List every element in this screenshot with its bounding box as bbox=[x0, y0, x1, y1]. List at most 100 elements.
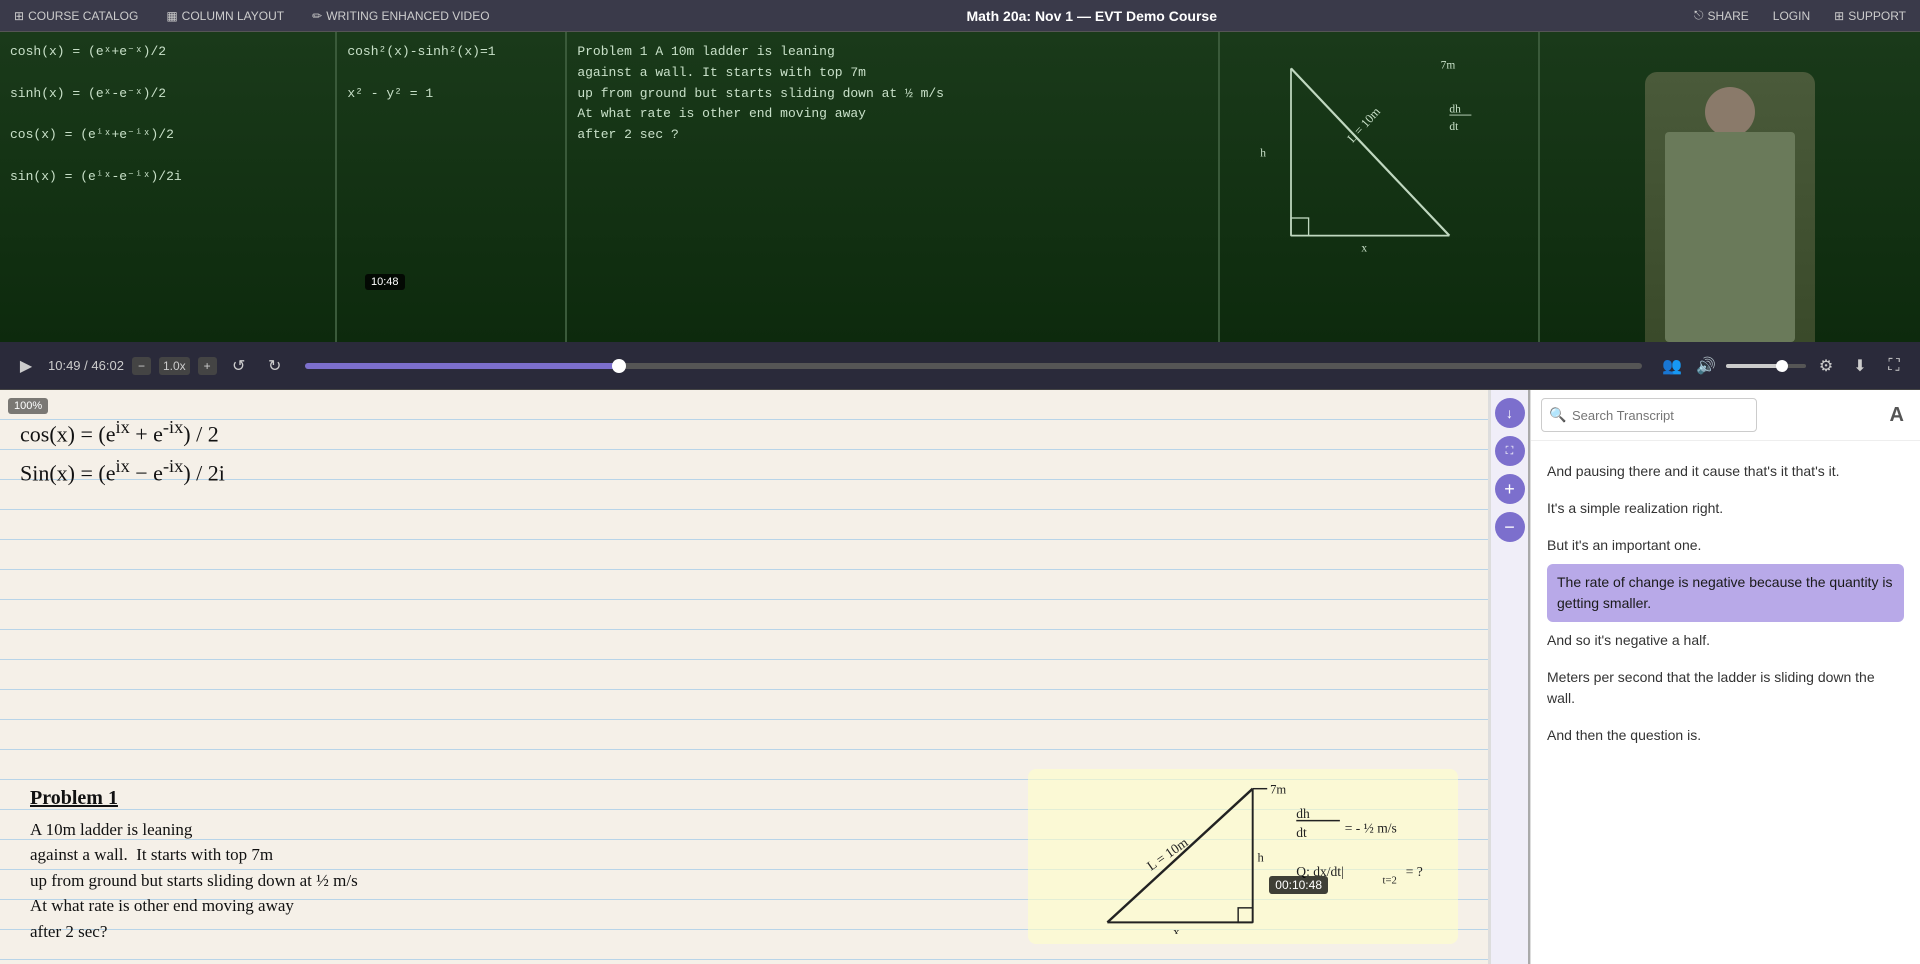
svg-text:h: h bbox=[1258, 850, 1265, 864]
svg-text:= ?: = ? bbox=[1406, 864, 1423, 879]
fullscreen-button[interactable]: ⛶ bbox=[1880, 352, 1908, 380]
transcript-line[interactable]: And so it's negative a half. bbox=[1547, 622, 1904, 659]
volume-slider[interactable] bbox=[1726, 364, 1806, 368]
play-button[interactable]: ▶ bbox=[12, 352, 40, 380]
rewind-icon: ↺ bbox=[232, 356, 245, 376]
svg-text:7m: 7m bbox=[1441, 59, 1456, 71]
notebook-area: 100% cos(x) = (eix + e-ix) / 2 Sin(x) = … bbox=[0, 390, 1490, 964]
controls-right: 👥 🔊 ⚙ ⬇ ⛶ bbox=[1658, 352, 1908, 380]
transcript-body: And pausing there and it cause that's it… bbox=[1531, 441, 1920, 964]
expand-icon: ⛶ bbox=[1506, 445, 1514, 458]
svg-text:t=2: t=2 bbox=[1383, 876, 1397, 887]
font-size-button[interactable]: A bbox=[1884, 402, 1910, 429]
blackboard-content: cosh(x) = (eˣ+e⁻ˣ)/2 sinh(x) = (eˣ-e⁻ˣ)/… bbox=[0, 32, 1920, 342]
zoom-in-button[interactable]: + bbox=[1495, 474, 1525, 504]
plus-icon: + bbox=[1504, 479, 1515, 500]
nav-writing-enhanced-label: WRITING ENHANCED VIDEO bbox=[326, 9, 489, 23]
svg-text:x: x bbox=[1173, 925, 1180, 934]
download-notes-button[interactable]: ↓ bbox=[1495, 398, 1525, 428]
transcript-line[interactable]: The rate of change is negative because t… bbox=[1547, 564, 1904, 622]
volume-fill bbox=[1726, 364, 1782, 368]
zoom-badge: 100% bbox=[8, 398, 48, 414]
people-icon: 👥 bbox=[1662, 356, 1682, 376]
transcript-line[interactable]: Meters per second that the ladder is sli… bbox=[1547, 659, 1904, 717]
settings-icon: ⚙ bbox=[1819, 356, 1833, 376]
blackboard-display: cosh(x) = (eˣ+e⁻ˣ)/2 sinh(x) = (eˣ-e⁻ˣ)/… bbox=[0, 32, 1920, 342]
speed-plus-button[interactable]: + bbox=[198, 357, 217, 375]
video-timestamp-overlay: 00:10:48 bbox=[1269, 876, 1328, 894]
nav-writing-enhanced[interactable]: ✏ WRITING ENHANCED VIDEO bbox=[306, 0, 495, 31]
download-video-button[interactable]: ⬇ bbox=[1846, 352, 1874, 380]
bb-section-diagram: L = 10m h x 7m dh dt bbox=[1220, 32, 1540, 342]
nav-right-actions: ⎋ SHARE LOGIN ⊞ SUPPORT bbox=[1688, 8, 1912, 23]
diagram-area: 00:10:48 7m L = 10m h x dh bbox=[1028, 769, 1458, 944]
math-formulas-area: cos(x) = (eix + e-ix) / 2 Sin(x) = (eix … bbox=[20, 400, 1288, 493]
volume-thumb bbox=[1776, 360, 1788, 372]
page-title: Math 20a: Nov 1 — EVT Demo Course bbox=[512, 8, 1672, 24]
forward-icon: ↻ bbox=[268, 356, 281, 376]
formula-sin: Sin(x) = (eix − e-ix) / 2i bbox=[20, 454, 1288, 489]
search-wrapper: 🔍 bbox=[1541, 398, 1876, 432]
transcript-search-input[interactable] bbox=[1541, 398, 1757, 432]
download-video-icon: ⬇ bbox=[1853, 356, 1866, 376]
minus-icon: − bbox=[1504, 517, 1515, 538]
volume-button[interactable]: 🔊 bbox=[1692, 352, 1720, 380]
font-size-icon: A bbox=[1890, 404, 1904, 426]
svg-text:dt: dt bbox=[1296, 825, 1307, 840]
bb-identity-text: cosh²(x)-sinh²(x)=1 x² - y² = 1 bbox=[347, 42, 555, 104]
svg-text:x: x bbox=[1361, 242, 1367, 254]
nav-course-catalog-label: COURSE CATALOG bbox=[28, 9, 138, 23]
share-label: SHARE bbox=[1707, 9, 1748, 23]
grid-icon: ⊞ bbox=[14, 9, 24, 23]
download-notes-icon: ↓ bbox=[1506, 405, 1513, 421]
current-time: 10:49 bbox=[48, 358, 81, 373]
nav-column-layout[interactable]: ▦ COLUMN LAYOUT bbox=[160, 0, 290, 31]
svg-text:dh: dh bbox=[1296, 806, 1310, 821]
bb-problem-text: Problem 1 A 10m ladder is leaning agains… bbox=[577, 42, 1208, 146]
transcript-line[interactable]: It's a simple realization right. bbox=[1547, 490, 1904, 527]
instructor-area bbox=[1540, 32, 1920, 342]
speed-minus-button[interactable]: − bbox=[132, 357, 151, 375]
bb-section-problem: Problem 1 A 10m ladder is leaning agains… bbox=[567, 32, 1220, 342]
bb-section-left: cosh(x) = (eˣ+e⁻ˣ)/2 sinh(x) = (eˣ-e⁻ˣ)/… bbox=[0, 32, 337, 342]
share-icon: ⎋ bbox=[1694, 8, 1704, 23]
transcript-line[interactable]: But it's an important one. bbox=[1547, 527, 1904, 564]
settings-button[interactable]: ⚙ bbox=[1812, 352, 1840, 380]
pen-icon: ✏ bbox=[312, 9, 322, 23]
transcript-line[interactable]: And then the question is. bbox=[1547, 717, 1904, 754]
problem-diagram-svg: 7m L = 10m h x dh dt = - ½ m/s Q: dx/dt|… bbox=[1038, 779, 1448, 934]
problem-body: A 10m ladder is leaningagainst a wall. I… bbox=[30, 817, 358, 945]
speed-display: 1.0x bbox=[159, 357, 190, 375]
people-button[interactable]: 👥 bbox=[1658, 352, 1686, 380]
bb-diagram-svg: L = 10m h x 7m dh dt bbox=[1230, 42, 1528, 262]
svg-text:7m: 7m bbox=[1270, 783, 1286, 797]
support-button[interactable]: ⊞ SUPPORT bbox=[1828, 9, 1912, 23]
rewind-button[interactable]: ↺ bbox=[225, 352, 253, 380]
speed-plus-icon: + bbox=[204, 359, 211, 373]
main-content-area: 100% cos(x) = (eix + e-ix) / 2 Sin(x) = … bbox=[0, 390, 1920, 964]
problem-area: Problem 1 A 10m ladder is leaningagainst… bbox=[30, 783, 358, 945]
zoom-out-button[interactable]: − bbox=[1495, 512, 1525, 542]
top-navigation: ⊞ COURSE CATALOG ▦ COLUMN LAYOUT ✏ WRITI… bbox=[0, 0, 1920, 32]
video-controls-bar: ▶ 10:49 / 46:02 − 1.0x + ↺ ↻ 👥 🔊 ⚙ bbox=[0, 342, 1920, 390]
login-button[interactable]: LOGIN bbox=[1767, 9, 1816, 23]
svg-text:dh: dh bbox=[1449, 103, 1461, 115]
problem-title: Problem 1 bbox=[30, 783, 358, 813]
volume-icon: 🔊 bbox=[1696, 356, 1716, 376]
share-button[interactable]: ⎋ SHARE bbox=[1688, 8, 1755, 23]
formula-cos: cos(x) = (eix + e-ix) / 2 bbox=[20, 415, 1288, 450]
svg-text:L = 10m: L = 10m bbox=[1344, 104, 1383, 145]
forward-button[interactable]: ↻ bbox=[261, 352, 289, 380]
bb-section-mid: cosh²(x)-sinh²(x)=1 x² - y² = 1 bbox=[337, 32, 567, 342]
speed-minus-icon: − bbox=[138, 359, 145, 373]
transcript-line[interactable]: And pausing there and it cause that's it… bbox=[1547, 453, 1904, 490]
fullscreen-icon: ⛶ bbox=[1888, 357, 1899, 375]
bb-formula-text: cosh(x) = (eˣ+e⁻ˣ)/2 sinh(x) = (eˣ-e⁻ˣ)/… bbox=[10, 42, 325, 188]
progress-bar[interactable] bbox=[305, 363, 1642, 369]
expand-button[interactable]: ⛶ bbox=[1495, 436, 1525, 466]
time-tooltip: 10:48 bbox=[365, 274, 405, 290]
nav-course-catalog[interactable]: ⊞ COURSE CATALOG bbox=[8, 0, 144, 31]
side-controls: ↓ ⛶ + − bbox=[1490, 390, 1530, 964]
login-label: LOGIN bbox=[1773, 9, 1810, 23]
support-icon: ⊞ bbox=[1834, 9, 1844, 23]
